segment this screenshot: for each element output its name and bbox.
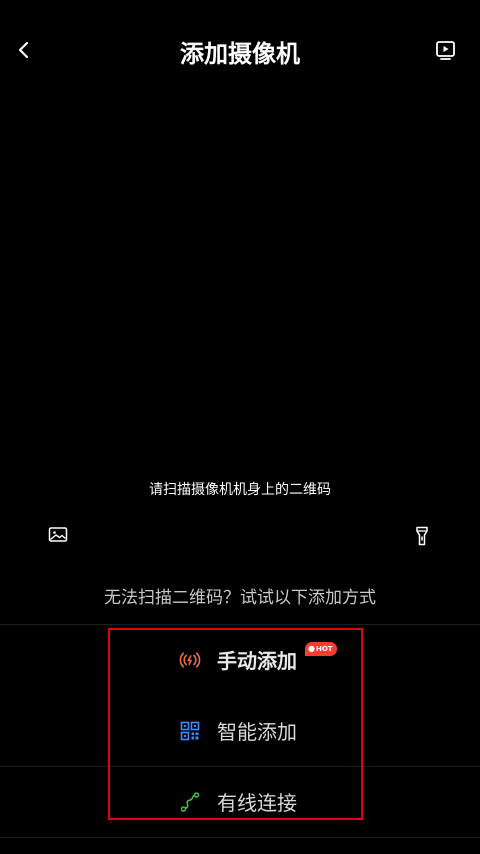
play-video-icon: [436, 41, 455, 60]
video-help-button[interactable]: [432, 36, 460, 64]
scan-hint: 请扫描摄像机机身上的二维码: [149, 482, 331, 498]
hot-badge-text: HOT: [315, 645, 333, 653]
qr-code-icon: [180, 721, 200, 741]
cable-icon: [180, 792, 200, 812]
image-icon: [48, 527, 68, 542]
wired-connection-option[interactable]: 有线连接: [0, 772, 480, 832]
manual-add-option[interactable]: 手动添加 ● HOT: [0, 630, 480, 690]
divider: [0, 766, 480, 767]
header: 添加摄像机: [0, 0, 480, 104]
album-button[interactable]: [46, 523, 70, 547]
wired-connection-label: 有线连接: [217, 791, 297, 815]
wireless-signal-icon: [179, 652, 201, 668]
flashlight-icon: [416, 526, 428, 546]
add-method-list: 手动添加 ● HOT 智能添加 有线连接: [0, 624, 480, 854]
divider: [0, 624, 480, 625]
flashlight-button[interactable]: [410, 524, 434, 548]
manual-add-label: 手动添加: [217, 649, 297, 673]
divider: [0, 837, 480, 838]
hot-badge: ● HOT: [305, 642, 337, 656]
flame-icon: ●: [308, 644, 315, 653]
page-title: 添加摄像机: [180, 40, 300, 68]
smart-add-label: 智能添加: [217, 720, 297, 744]
alternative-methods-prompt: 无法扫描二维码？试试以下添加方式: [104, 588, 376, 608]
smart-add-option[interactable]: 智能添加: [0, 701, 480, 761]
